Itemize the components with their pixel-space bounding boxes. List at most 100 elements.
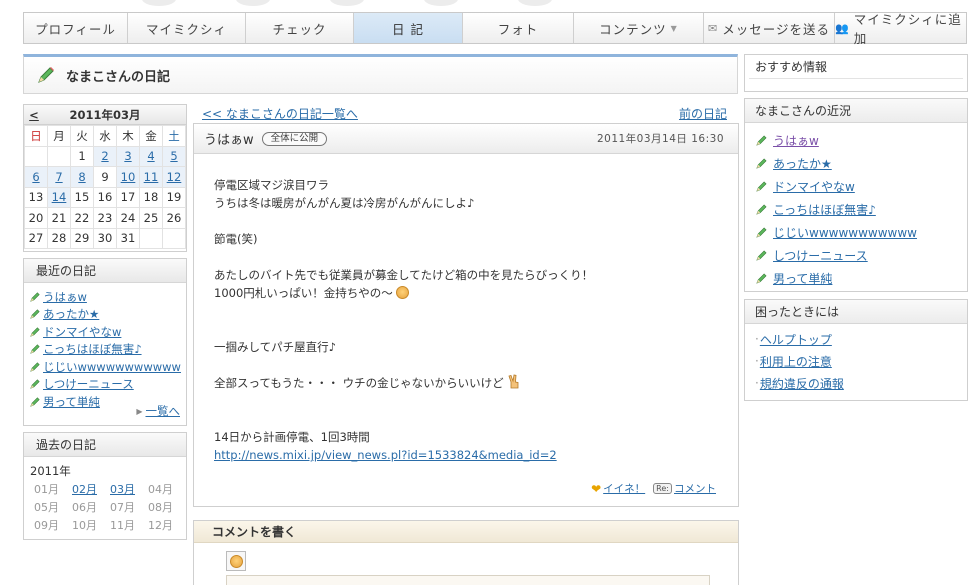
status-link[interactable]: ドンマイやなw: [773, 178, 855, 195]
calendar-day: 19: [162, 186, 186, 208]
emoji-picker-button[interactable]: [226, 551, 246, 571]
diary-entry: うはぁw 全体に公開 2011年03月14日 16:30 停電区域マジ涙目ワラ …: [193, 123, 739, 507]
send-message-button[interactable]: ✉ メッセージを送る: [704, 13, 835, 43]
day-link[interactable]: 5: [170, 149, 177, 163]
previous-entry-link[interactable]: 前の日記: [679, 105, 727, 122]
like-button[interactable]: イイネ！: [603, 481, 645, 496]
calendar-day: 23: [93, 207, 117, 229]
calendar-day-link[interactable]: 8: [70, 166, 94, 188]
tab-diary[interactable]: 日 記: [354, 13, 463, 43]
calendar-day: 18: [139, 186, 163, 208]
list-item: うはぁw: [29, 288, 186, 306]
past-month-link[interactable]: 02月: [68, 481, 106, 497]
entry-line: 14日から計画停電、1回3時間: [214, 430, 370, 444]
like-icon: ❤: [591, 481, 602, 496]
tab-label: 日 記: [392, 21, 424, 37]
recent-diary-link[interactable]: じじいwwwwwwwwwww: [43, 359, 181, 375]
entry-blank: [214, 248, 738, 266]
calendar-day-link[interactable]: 14: [47, 186, 71, 208]
calendar-header: < 2011年03月: [24, 105, 186, 125]
weekday: 日: [24, 125, 48, 147]
recent-diary-link[interactable]: しつけーニュース: [43, 376, 134, 392]
pencil-icon: [755, 226, 768, 239]
list-item: しつけーニュース: [29, 376, 186, 394]
entry-line: 節電(笑): [214, 232, 258, 246]
day-link[interactable]: 7: [55, 170, 62, 184]
back-to-list-link[interactable]: << なまこさんの日記一覧へ: [202, 105, 358, 122]
calendar-day-link[interactable]: 6: [24, 166, 48, 188]
tab-check[interactable]: チェック: [246, 13, 354, 43]
calendar-day-link[interactable]: 4: [139, 145, 163, 167]
tab-contents[interactable]: コンテンツ ▼: [574, 13, 704, 43]
comment-button[interactable]: コメント: [674, 481, 716, 496]
pencil-icon: [36, 65, 56, 85]
help-title: 困ったときには: [745, 300, 967, 324]
past-month: 11月: [110, 519, 135, 532]
recent-diary-link[interactable]: ドンマイやなw: [43, 324, 121, 340]
status-link[interactable]: うはぁw: [773, 132, 819, 149]
entry-line: あたしのバイト先でも従業員が募金してたけど箱の中を見たらびっくり！: [214, 268, 594, 282]
day-link[interactable]: 10: [121, 170, 136, 184]
tab-label: チェック: [272, 21, 327, 37]
calendar-day: 9: [93, 166, 117, 188]
list-item: じじいwwwwwwwwwww: [755, 221, 967, 244]
calendar-prev-button[interactable]: <: [24, 108, 44, 122]
add-mymixi-button[interactable]: 👥 マイミクシィに追加: [835, 12, 966, 46]
news-link[interactable]: http://news.mixi.jp/view_news.pl?id=1533…: [214, 448, 557, 462]
status-link[interactable]: 男って単純: [773, 270, 832, 287]
recent-diary-link[interactable]: こっちはほぼ無害♪: [43, 341, 142, 357]
day-link[interactable]: 4: [147, 149, 154, 163]
entry-line: 全部スってもうた・・・ ウチの金じゃないからいいけど: [214, 376, 504, 390]
smile-emoji-icon: [395, 286, 409, 299]
calendar-day-link[interactable]: 10: [116, 166, 140, 188]
list-item: ドンマイやなw: [755, 175, 967, 198]
recent-diary-link[interactable]: あったか★: [43, 306, 99, 322]
past-month: 12月: [148, 519, 173, 532]
status-link[interactable]: じじいwwwwwwwwwww: [773, 224, 917, 241]
recent-diary-link[interactable]: うはぁw: [43, 289, 87, 305]
day-link[interactable]: 6: [32, 170, 39, 184]
past-month: 01月: [34, 483, 59, 496]
day-link[interactable]: 2: [101, 149, 108, 163]
calendar-day: [162, 227, 186, 249]
page-title-bar: なまこさんの日記: [23, 54, 738, 94]
help-link[interactable]: 規約違反の通報: [760, 375, 844, 392]
list-item: しつけーニュース: [755, 244, 967, 267]
calendar-day-link[interactable]: 12: [162, 166, 186, 188]
list-item: あったか★: [29, 306, 186, 324]
status-link[interactable]: しつけーニュース: [773, 247, 868, 264]
day-link[interactable]: 8: [78, 170, 85, 184]
comment-textarea[interactable]: [226, 575, 710, 585]
tab-mymixi[interactable]: マイミクシィ: [128, 13, 246, 43]
calendar-day-link[interactable]: 3: [116, 145, 140, 167]
tab-profile[interactable]: プロフィール: [24, 13, 128, 43]
recent-more-link[interactable]: 一覧へ: [146, 403, 181, 419]
pencil-icon: [29, 396, 41, 408]
entry-line: 停電区域マジ涙目ワラ: [214, 178, 329, 192]
recent-diary-link[interactable]: 男って単純: [43, 394, 100, 410]
calendar-day: 17: [116, 186, 140, 208]
calendar-day: 27: [24, 227, 48, 249]
help-link[interactable]: ヘルプトップ: [760, 331, 832, 348]
calendar-day-link[interactable]: 11: [139, 166, 163, 188]
tab-label: マイミクシィに追加: [853, 12, 962, 46]
help-link[interactable]: 利用上の注意: [760, 353, 832, 370]
past-month-link[interactable]: 03月: [106, 481, 144, 497]
calendar-day: [24, 145, 48, 167]
day-link[interactable]: 3: [124, 149, 131, 163]
calendar-day: 28: [47, 227, 71, 249]
list-item: · 規約違反の通報: [755, 372, 967, 394]
calendar-day-link[interactable]: 7: [47, 166, 71, 188]
recommend-title: おすすめ情報: [749, 55, 963, 79]
calendar-day-link[interactable]: 2: [93, 145, 117, 167]
status-link[interactable]: こっちはほぼ無害♪: [773, 201, 876, 218]
page-title: なまこさんの日記: [66, 69, 171, 85]
tab-photo[interactable]: フォト: [463, 13, 574, 43]
day-link[interactable]: 11: [144, 170, 159, 184]
calendar-day-link[interactable]: 5: [162, 145, 186, 167]
day-link[interactable]: 14: [52, 190, 67, 204]
list-item: じじいwwwwwwwwwww: [29, 358, 186, 376]
day-link[interactable]: 12: [167, 170, 182, 184]
status-link[interactable]: あったか★: [773, 155, 832, 172]
calendar-grid: 日 月 火 水 木 金 土 1 2 3 4 5 6 7 8 9 10 11 12…: [24, 125, 186, 249]
